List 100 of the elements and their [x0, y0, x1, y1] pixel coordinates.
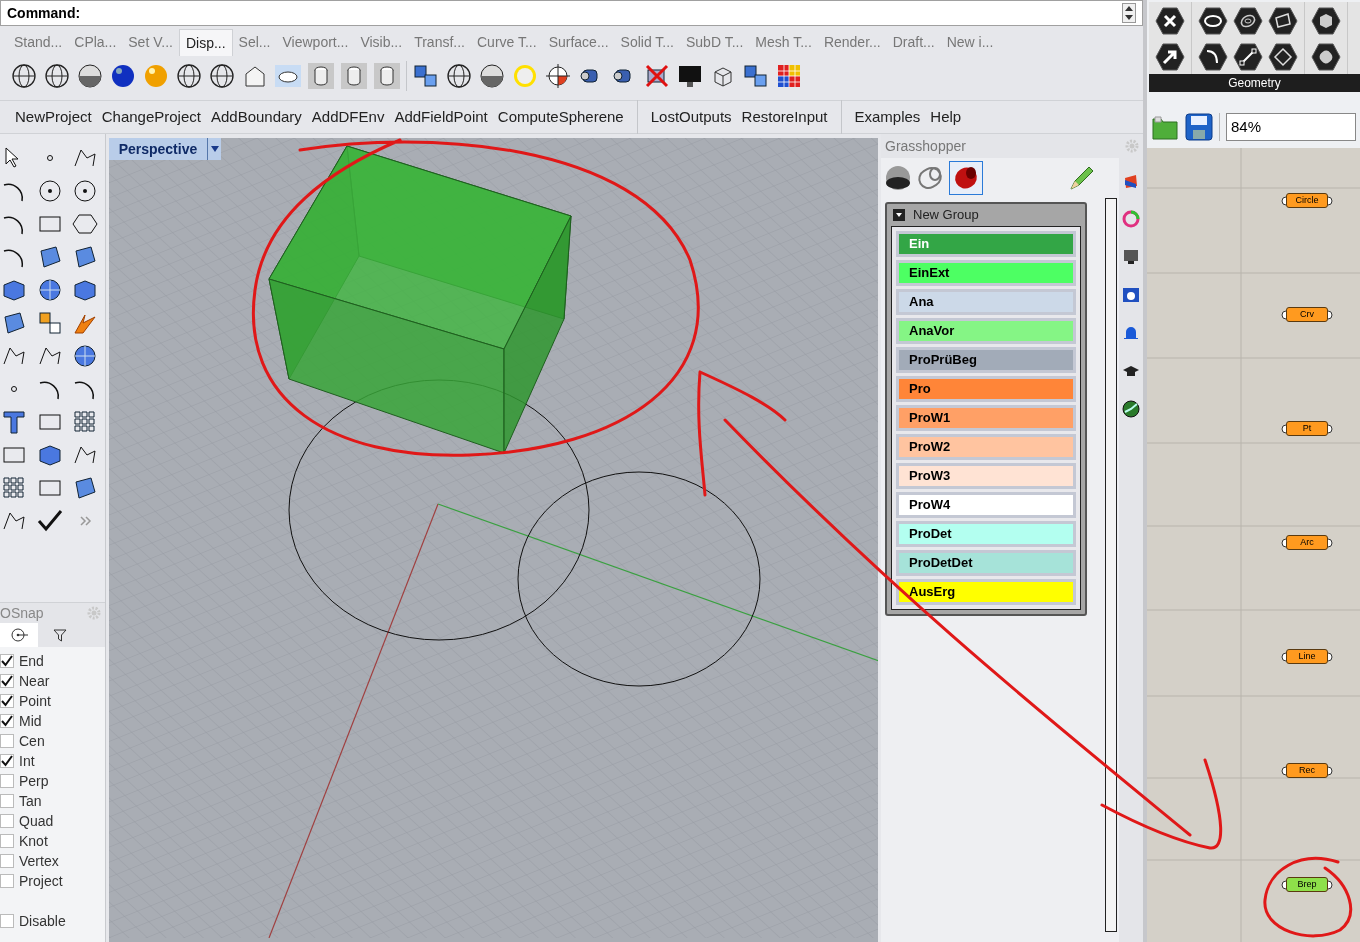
arrow-hex-icon[interactable] — [1155, 42, 1185, 72]
checkbox[interactable] — [0, 914, 14, 928]
output-grip-icon[interactable] — [1328, 879, 1333, 890]
canvas-node[interactable]: Circle — [1286, 193, 1328, 208]
toolbar-tab[interactable]: Render... — [817, 29, 887, 56]
save-icon[interactable] — [1185, 113, 1213, 141]
canvas-node[interactable]: Crv — [1286, 307, 1328, 322]
group-item[interactable]: Ana — [896, 289, 1076, 315]
macro-button[interactable]: ChangeProject — [96, 105, 206, 129]
cylinder-hex-icon[interactable] — [1311, 42, 1341, 72]
ellipse-hex-icon[interactable] — [1198, 6, 1228, 36]
toolbar-tab[interactable]: Viewport... — [276, 29, 355, 56]
view-name-label[interactable]: Perspective — [108, 138, 208, 160]
toolbar-tab[interactable]: Mesh T... — [749, 29, 818, 56]
input-grip-icon[interactable] — [1281, 423, 1286, 434]
canvas-node[interactable]: Pt — [1286, 421, 1328, 436]
canvas[interactable]: Circle Crv Pt Arc Line Rec Brep — [1147, 148, 1360, 942]
input-grip-icon[interactable] — [1281, 651, 1286, 662]
crossed-object-icon[interactable] — [643, 62, 671, 90]
zoom-field[interactable]: 84% — [1226, 113, 1356, 141]
shaded-preview-icon[interactable] — [883, 163, 913, 193]
bell-icon[interactable] — [1122, 324, 1140, 342]
input-grip-icon[interactable] — [1281, 879, 1286, 890]
macro-button[interactable]: AddFieldPoint — [389, 105, 493, 129]
checkbox[interactable] — [0, 754, 14, 768]
checkbox[interactable] — [0, 654, 14, 668]
globe-icon[interactable] — [175, 62, 203, 90]
checkbox[interactable] — [0, 834, 14, 848]
macro-button[interactable]: ComputeSpherene — [492, 105, 629, 129]
checkbox[interactable] — [0, 674, 14, 688]
macro-button[interactable]: Help — [925, 105, 967, 129]
output-grip-icon[interactable] — [1328, 309, 1333, 320]
cube-hex-icon[interactable] — [1311, 6, 1341, 36]
toolbar-tab[interactable]: New i... — [940, 29, 1000, 56]
checkbox[interactable] — [0, 774, 14, 788]
toolbar-tab[interactable]: Set V... — [122, 29, 179, 56]
color-grid-icon[interactable] — [775, 62, 803, 90]
cylinder-preview-icon[interactable] — [949, 161, 983, 195]
canvas-node[interactable]: Rec — [1286, 763, 1328, 778]
book-icon[interactable] — [1122, 172, 1140, 190]
toolbar-tab[interactable]: Disp... — [178, 29, 233, 56]
surface-hex-icon[interactable] — [1268, 6, 1298, 36]
toolbar-tab[interactable]: Transf... — [408, 29, 471, 56]
checkbox[interactable] — [0, 874, 14, 888]
toolbar-tab[interactable]: CPla... — [68, 29, 123, 56]
macro-button[interactable]: AddDFEnv — [306, 105, 390, 129]
group-item[interactable]: AusErg — [896, 579, 1076, 605]
macro-button[interactable]: AddBoundary — [205, 105, 307, 129]
folder-icon[interactable] — [1151, 113, 1179, 141]
macro-button[interactable]: NewProject — [10, 105, 97, 129]
toolbar-tab[interactable]: Draft... — [886, 29, 941, 56]
toolbar-tab[interactable]: Surface... — [542, 29, 615, 56]
group-item[interactable]: ProPrüBeg — [896, 347, 1076, 373]
help-icon[interactable] — [1122, 286, 1140, 304]
checkbox[interactable] — [0, 734, 14, 748]
line-hex-icon[interactable] — [1233, 42, 1263, 72]
monitor-icon[interactable] — [1122, 248, 1140, 266]
toolbar-tab[interactable]: Solid T... — [614, 29, 680, 56]
toolbar-tab[interactable]: Sel... — [232, 29, 277, 56]
shaded-sphere-icon[interactable] — [478, 62, 506, 90]
toolbar-tab[interactable]: Visib... — [354, 29, 409, 56]
diamond-hex-icon[interactable] — [1268, 42, 1298, 72]
group-item[interactable]: ProDet — [896, 521, 1076, 547]
output-grip-icon[interactable] — [1328, 765, 1333, 776]
shaded-sphere-icon[interactable] — [76, 62, 104, 90]
output-grip-icon[interactable] — [1328, 651, 1333, 662]
canvas-node[interactable]: Line — [1286, 649, 1328, 664]
collapse-toggle-icon[interactable] — [893, 209, 905, 221]
canvas-node[interactable]: Brep — [1286, 877, 1328, 892]
checkbox[interactable] — [0, 694, 14, 708]
output-grip-icon[interactable] — [1328, 195, 1333, 206]
checkbox[interactable] — [0, 714, 14, 728]
toolbar-tab[interactable]: Curve T... — [471, 29, 543, 56]
globe-icon[interactable] — [445, 62, 473, 90]
macro-button[interactable]: LostOutputs — [645, 105, 737, 129]
toolbar-tab[interactable]: SubD T... — [680, 29, 750, 56]
scrollbar[interactable] — [1105, 198, 1117, 932]
input-grip-icon[interactable] — [1281, 309, 1286, 320]
globe-icon[interactable] — [10, 62, 38, 90]
globe-icon[interactable] — [1122, 400, 1140, 418]
group-item[interactable]: ProW3 — [896, 463, 1076, 489]
close-hex-icon[interactable] — [1155, 6, 1185, 36]
globe-icon[interactable] — [208, 62, 236, 90]
glossy-sphere-icon[interactable] — [109, 62, 137, 90]
group-item[interactable]: ProW1 — [896, 405, 1076, 431]
checkbox[interactable] — [0, 794, 14, 808]
group-item[interactable]: ProW2 — [896, 434, 1076, 460]
stacked-cubes-icon[interactable] — [412, 62, 440, 90]
color-cubes-icon[interactable] — [742, 62, 770, 90]
input-grip-icon[interactable] — [1281, 195, 1286, 206]
group-item[interactable]: AnaVor — [896, 318, 1076, 344]
macro-button[interactable]: Examples — [849, 105, 926, 129]
spiral-hex-icon[interactable] — [1233, 6, 1263, 36]
group-item[interactable]: ProW4 — [896, 492, 1076, 518]
checkbox[interactable] — [0, 814, 14, 828]
osnap-tab[interactable] — [0, 623, 38, 647]
output-grip-icon[interactable] — [1328, 423, 1333, 434]
input-grip-icon[interactable] — [1281, 537, 1286, 548]
macro-button[interactable]: RestoreInput — [736, 105, 833, 129]
output-grip-icon[interactable] — [1328, 537, 1333, 548]
